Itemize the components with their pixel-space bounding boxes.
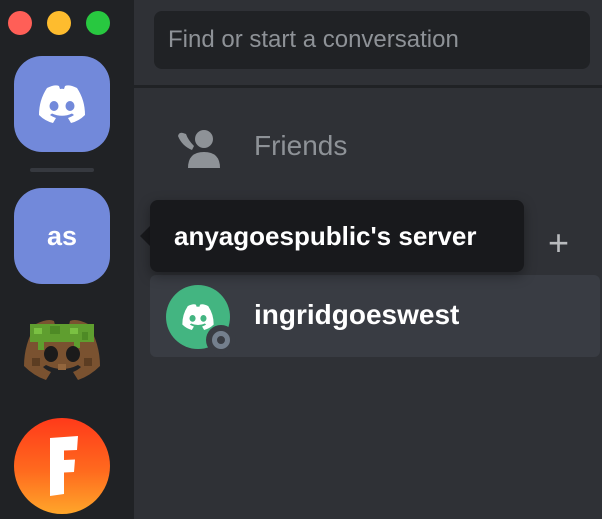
status-ring — [212, 331, 230, 349]
tooltip-arrow — [140, 226, 150, 246]
friends-nav-item[interactable]: Friends — [150, 108, 582, 188]
server-minecraft[interactable] — [14, 302, 110, 398]
server-rail: as — [0, 0, 134, 519]
search-bar-container: Find or start a conversation — [134, 0, 602, 88]
friends-icon — [178, 130, 220, 168]
plus-icon: + — [548, 222, 570, 263]
window-close-button[interactable] — [8, 11, 32, 35]
rail-divider — [30, 168, 94, 172]
window-minimize-button[interactable] — [47, 11, 71, 35]
home-button[interactable] — [14, 56, 110, 152]
server-initials: as — [46, 220, 78, 251]
search-input[interactable]: Find or start a conversation — [154, 11, 590, 69]
server-tooltip: anyagoespublic's server — [150, 200, 524, 272]
server-fortnite[interactable] — [14, 418, 110, 514]
minecraft-discord-icon — [24, 320, 100, 380]
dm-username: ingridgoeswest — [254, 299, 460, 330]
status-offline-icon — [206, 325, 236, 355]
discord-logo-icon — [39, 85, 85, 123]
window-zoom-button[interactable] — [86, 11, 110, 35]
fortnite-f-icon — [50, 436, 78, 496]
create-dm-button[interactable]: + — [548, 225, 569, 261]
friends-label: Friends — [254, 130, 348, 161]
dm-item[interactable]: ingridgoeswest — [150, 275, 600, 357]
server-anyagoespublic[interactable]: as — [14, 188, 110, 284]
